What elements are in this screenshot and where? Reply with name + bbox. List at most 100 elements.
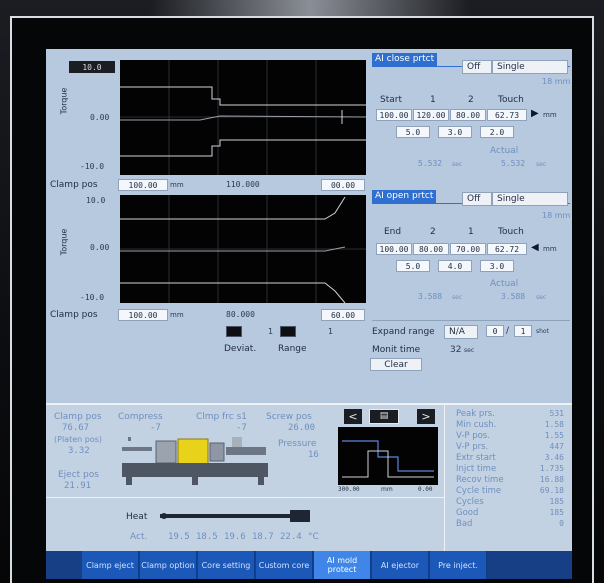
expand-slash: / — [506, 326, 510, 336]
screw-pos-value: 26.00 — [288, 423, 316, 433]
close-r2c[interactable]: 2.0 — [480, 126, 514, 138]
open-r2b[interactable]: 4.0 — [438, 260, 472, 272]
stat-label: Good — [456, 508, 479, 518]
close-touch-label: Touch — [498, 95, 524, 105]
mini-x0: 300.00 — [338, 486, 360, 493]
open-trace-lower — [120, 282, 346, 303]
torque-mid-label: 0.00 — [90, 113, 110, 122]
close-touch-value[interactable]: 62.73 — [487, 109, 527, 121]
clamp-pos-status-label: Clamp pos — [54, 412, 102, 422]
heat-t2: 18.5 — [196, 532, 218, 542]
tab-4[interactable]: AI mold protect — [314, 551, 371, 579]
tab-1[interactable]: Clamp option — [140, 551, 197, 579]
torque-axis-label: Torque — [59, 87, 69, 115]
close-trace-upper — [120, 86, 366, 106]
stat-value: 185 — [549, 497, 564, 506]
close-mode2-select[interactable]: Single — [492, 60, 568, 74]
stat-label: Min cush. — [456, 420, 497, 430]
open-actual-unit-left: sec — [452, 294, 463, 301]
tab-3[interactable]: Custom core — [256, 551, 313, 579]
close-arrow-icon: ▶ — [531, 108, 539, 119]
open-torque-mid-label: 0.00 — [90, 243, 110, 252]
mini-fit-button[interactable]: ▤ — [369, 409, 399, 424]
pressure-label: Pressure — [278, 439, 317, 449]
stats-divider — [444, 405, 445, 551]
mini-chart — [338, 427, 438, 485]
hmi-screen: 10.0 Torque 0.00 -10.0 Clamp pos 100.00 … — [46, 49, 572, 579]
open-col2-label: 1 — [468, 227, 474, 237]
close-r2b[interactable]: 3.0 — [438, 126, 472, 138]
heat-label: Heat — [126, 512, 148, 522]
stat-value: 16.88 — [539, 475, 564, 484]
clamp-pos-left-2[interactable]: 100.00 — [118, 309, 168, 321]
clmp-frc-label: Clmp frc s1 — [196, 412, 248, 422]
close-start-label: Start — [380, 95, 402, 105]
expand-range-select[interactable]: N/A — [444, 325, 478, 339]
heat-divider — [46, 497, 444, 498]
open-touch-value[interactable]: 62.72 — [487, 243, 527, 255]
open-torque-max-label: 10.0 — [86, 196, 106, 205]
close-r2a[interactable]: 5.0 — [396, 126, 430, 138]
stat-value: 1.58 — [544, 420, 564, 429]
torque-max-label: 10.0 — [69, 61, 115, 73]
open-end-label: End — [384, 227, 402, 237]
open-v2[interactable]: 80.00 — [413, 243, 449, 255]
torque-min-label: -10.0 — [80, 162, 105, 171]
close-v1[interactable]: 100.00 — [376, 109, 412, 121]
clear-button[interactable]: Clear — [370, 358, 422, 371]
tab-0[interactable]: Clamp eject — [82, 551, 139, 579]
deviat-count: 1 — [268, 327, 274, 336]
mini-prev-button[interactable]: < — [344, 409, 362, 424]
tab-2[interactable]: Core setting — [198, 551, 255, 579]
tab-bar: Clamp eject Clamp option Core setting Custo… — [46, 551, 572, 579]
clamp-pos-unit-1: mm — [170, 181, 184, 189]
stat-label: Injct time — [456, 464, 497, 474]
stat-value: 447 — [549, 442, 564, 451]
close-unit-row: mm — [543, 111, 557, 119]
close-actual-left: 5.532 — [418, 159, 443, 168]
open-torque-min-label: -10.0 — [80, 293, 105, 302]
close-actual-unit-left: sec — [452, 161, 463, 168]
clamp-pos-right-2[interactable]: 60.00 — [321, 309, 365, 321]
stat-label: Peak prs. — [456, 409, 495, 419]
platen-pos-label: (Platen pos) — [54, 435, 103, 444]
open-r2a[interactable]: 5.0 — [396, 260, 430, 272]
mini-next-button[interactable]: > — [417, 409, 435, 424]
open-touch-label: Touch — [498, 227, 524, 237]
eject-pos-label: Eject pos — [58, 470, 99, 480]
heat-t4: 18.7 — [252, 532, 274, 542]
open-trace-upper — [120, 196, 346, 220]
heat-t3: 19.6 — [224, 532, 246, 542]
open-v3[interactable]: 70.00 — [450, 243, 486, 255]
clamp-pos-right-1[interactable]: 00.00 — [321, 179, 365, 191]
stat-value: 531 — [549, 409, 564, 418]
clmp-frc-value: -7 — [236, 423, 247, 433]
close-v2[interactable]: 120.00 — [413, 109, 449, 121]
close-actual-unit-right: sec — [536, 161, 547, 168]
close-actual-right: 5.532 — [501, 159, 526, 168]
close-trace-lower — [120, 139, 366, 157]
close-mode-select[interactable]: Off — [462, 60, 492, 74]
stat-value: 1.735 — [539, 464, 564, 473]
close-v3[interactable]: 80.00 — [450, 109, 486, 121]
expand-b[interactable]: 1 — [514, 325, 532, 337]
stat-label: Recov time — [456, 475, 504, 485]
stat-value: 185 — [549, 508, 564, 517]
clamp-pos-left-1[interactable]: 100.00 — [118, 179, 168, 191]
open-v1[interactable]: 100.00 — [376, 243, 412, 255]
open-r2c[interactable]: 3.0 — [480, 260, 514, 272]
open-mode2-select[interactable]: Single — [492, 192, 568, 206]
monit-time-unit: sec — [464, 347, 475, 354]
open-torque-axis-label: Torque — [59, 228, 69, 256]
stat-label: Cycle time — [456, 486, 502, 496]
monit-time-label: Monit time — [372, 345, 421, 355]
tab-6[interactable]: Pre inject. — [430, 551, 487, 579]
open-actual-label: Actual — [490, 279, 519, 289]
stat-value: 1.55 — [544, 431, 564, 440]
tab-5[interactable]: AI ejector — [372, 551, 429, 579]
expand-a[interactable]: 0 — [486, 325, 504, 337]
expand-range-label: Expand range — [372, 327, 435, 337]
eject-pos-value: 21.91 — [64, 481, 92, 491]
open-mode-select[interactable]: Off — [462, 192, 492, 206]
mini-x2: 0.00 — [418, 486, 433, 493]
